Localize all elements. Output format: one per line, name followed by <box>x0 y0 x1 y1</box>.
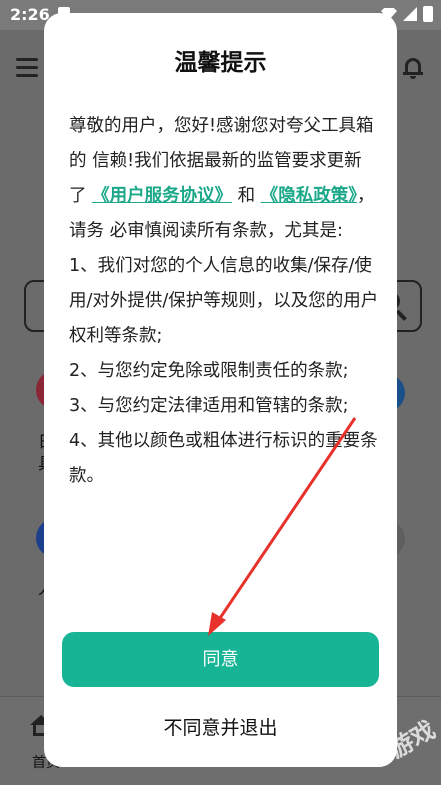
terms-item: 1、我们对您的个人信息的收集/保存/使 用/对外提供/保护等规则，以及您的用户 … <box>69 256 379 346</box>
signal-icon <box>403 7 417 21</box>
privacy-policy-link[interactable]: 《隐私政策》 <box>261 186 357 206</box>
disagree-exit-button[interactable]: 不同意并退出 <box>44 713 397 740</box>
terms-item: 3、与您约定法律适用和管辖的条款; <box>69 396 349 416</box>
dialog-body: 尊敬的用户，您好!感谢您对夸父工具箱的 信赖!我们依据最新的监管要求更新了 《用… <box>69 109 379 494</box>
battery-icon <box>423 6 433 22</box>
privacy-dialog: 温馨提示 尊敬的用户，您好!感谢您对夸父工具箱的 信赖!我们依据最新的监管要求更… <box>44 13 397 767</box>
status-time: 2:26 <box>10 5 50 24</box>
terms-item: 4、其他以颜色或粗体进行标识的重要条 款。 <box>69 431 378 486</box>
bell-icon[interactable] <box>403 56 423 79</box>
menu-icon[interactable] <box>16 58 38 77</box>
user-agreement-link[interactable]: 《用户服务协议》 <box>92 186 232 206</box>
agree-button[interactable]: 同意 <box>62 632 379 687</box>
dialog-and-text: 和 <box>232 186 256 206</box>
terms-item: 2、与您约定免除或限制责任的条款; <box>69 361 349 381</box>
dialog-title: 温馨提示 <box>174 50 267 76</box>
